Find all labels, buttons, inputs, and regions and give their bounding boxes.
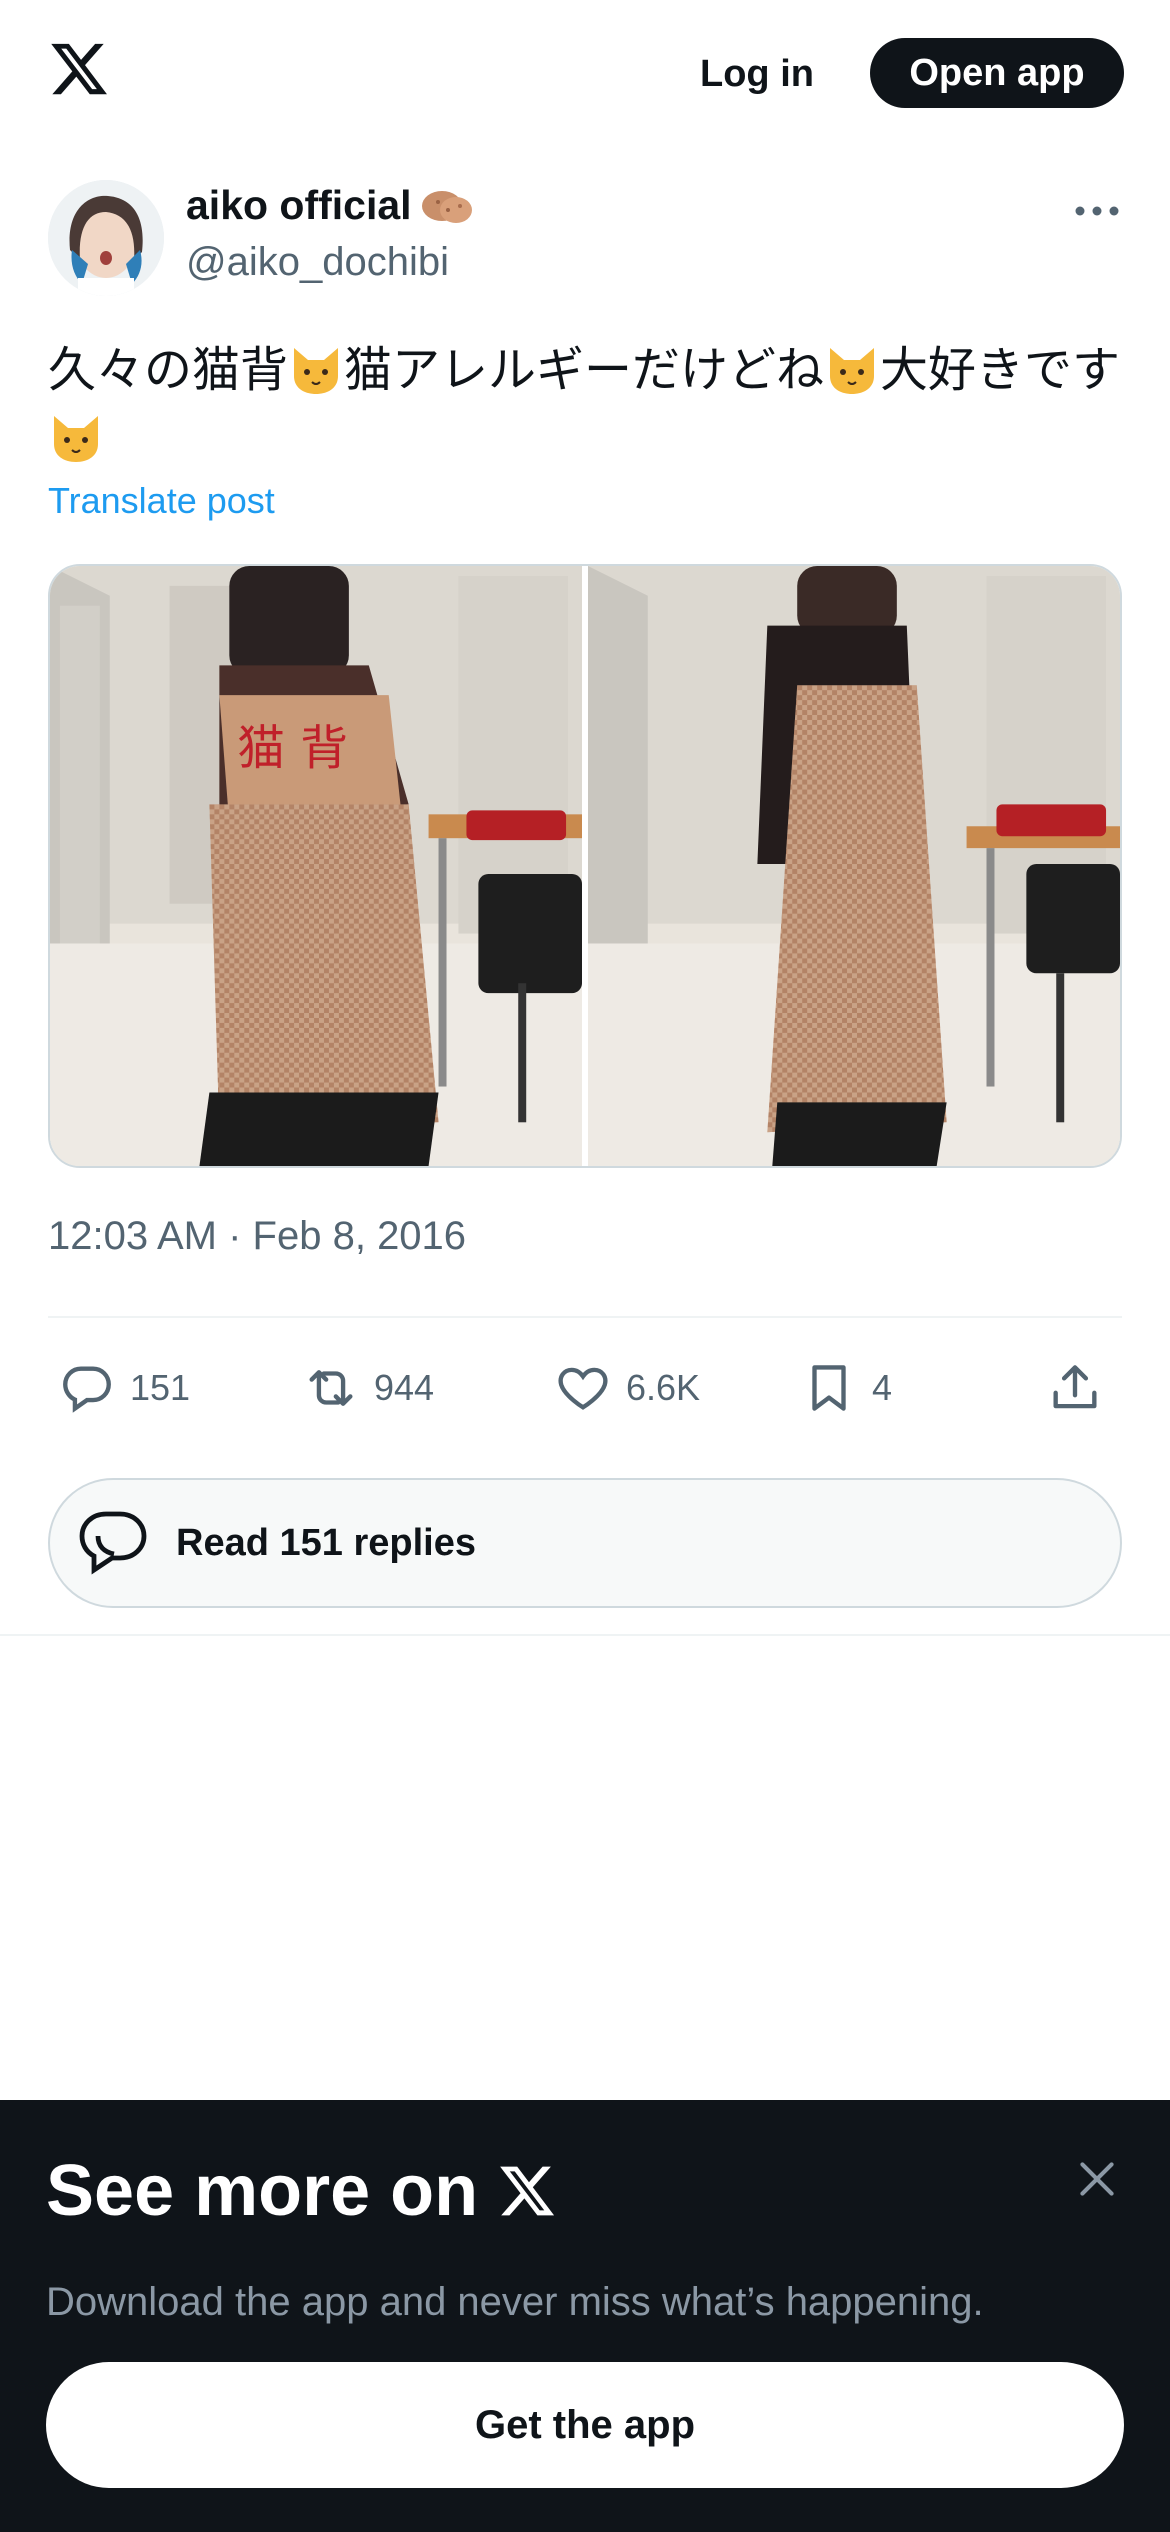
reply-button[interactable]: 151 [58, 1348, 190, 1428]
like-button[interactable]: 6.6K [554, 1348, 700, 1428]
share-icon [1053, 1365, 1097, 1409]
divider [0, 1634, 1170, 1636]
sheet-subtitle: Download the app and never miss what’s h… [46, 2280, 984, 2324]
reply-icon [63, 1366, 111, 1413]
post-photo-2[interactable] [588, 566, 1120, 1166]
divider [48, 1316, 1122, 1318]
cat-face-emoji-icon [54, 416, 98, 462]
top-bar: Log in Open app [0, 0, 1170, 145]
author-handle[interactable]: @aiko_dochibi [186, 240, 449, 285]
close-icon[interactable] [1072, 2154, 1122, 2204]
x-logo-icon[interactable] [48, 38, 110, 100]
share-button[interactable] [1046, 1348, 1104, 1428]
x-logo-icon [500, 2166, 555, 2216]
like-count: 6.6K [626, 1367, 701, 1408]
post-text: 久々の猫背 猫アレルギーだけどね 大好きです [48, 336, 1128, 472]
login-link[interactable]: Log in [700, 44, 814, 104]
bookmark-icon [812, 1365, 846, 1411]
post-text-segment-1: 久々の猫背 [48, 342, 289, 398]
author-name-text: aiko official [186, 182, 412, 228]
translate-post-link[interactable]: Translate post [48, 480, 275, 522]
open-app-button[interactable]: Open app [870, 38, 1124, 108]
post-text-segment-2: 猫アレルギーだけどね [344, 342, 825, 398]
photo-back-view: 猫 背 [50, 566, 582, 1166]
cat-face-emoji-icon [830, 348, 875, 394]
photo-side-view [588, 566, 1120, 1166]
heart-icon [558, 1367, 608, 1410]
sheet-title: See more on [46, 2150, 558, 2232]
get-the-app-button[interactable]: Get the app [46, 2362, 1124, 2488]
repost-icon [309, 1370, 353, 1406]
repost-button[interactable]: 944 [302, 1348, 434, 1428]
bookmark-count: 4 [872, 1367, 893, 1408]
author-name[interactable]: aiko official [186, 182, 474, 229]
action-bar: 151 944 6.6K 4 [48, 1348, 1122, 1428]
avatar[interactable] [48, 180, 164, 296]
photo-overlay-text: 猫 背 [237, 722, 348, 777]
post-timestamp[interactable]: 12:03 AM · Feb 8, 2016 [48, 1214, 466, 1259]
more-options-icon[interactable] [1072, 196, 1122, 226]
avatar-image [48, 180, 164, 296]
app-promo-sheet: See more on Download the app and never m… [0, 2100, 1170, 2532]
repost-count: 944 [374, 1367, 435, 1408]
potato-emoji-icon [421, 190, 472, 223]
post-photo-1[interactable]: 猫 背 [50, 566, 582, 1166]
replies-icon [79, 1511, 147, 1575]
read-replies-label: Read 151 replies [176, 1521, 476, 1564]
sheet-title-text: See more on [46, 2151, 479, 2231]
bookmark-button[interactable]: 4 [800, 1348, 892, 1428]
post-text-segment-3: 大好きです [880, 342, 1121, 398]
read-replies-button[interactable]: Read 151 replies [48, 1478, 1122, 1608]
cat-face-emoji-icon [294, 348, 339, 394]
reply-count: 151 [130, 1367, 191, 1408]
post-media[interactable]: 猫 背 [48, 564, 1122, 1168]
